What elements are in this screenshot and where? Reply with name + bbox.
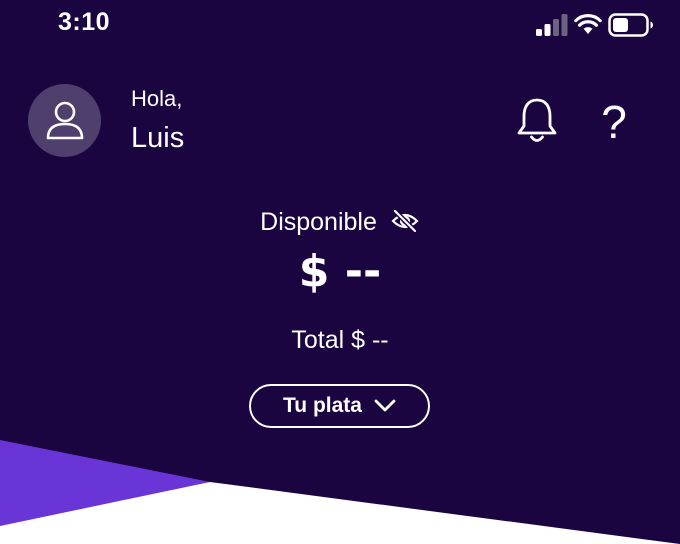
status-time: 3:10 <box>58 8 111 36</box>
content-panel-edge <box>0 440 680 544</box>
status-bar: 3:10 <box>0 0 680 50</box>
visibility-toggle[interactable] <box>390 208 420 234</box>
tu-plata-label: Tu plata <box>283 394 362 417</box>
signal-icon <box>536 14 568 36</box>
greeting: Hola, <box>131 86 183 111</box>
bell-icon <box>517 98 557 142</box>
available-label: Disponible <box>260 208 377 236</box>
available-balance: $ -- <box>298 246 382 297</box>
chevron-down-icon <box>374 399 396 412</box>
tu-plata-button[interactable]: Tu plata <box>249 384 430 428</box>
user-name: Luis <box>131 122 185 154</box>
avatar[interactable] <box>28 84 101 157</box>
help-icon: ? <box>601 96 627 148</box>
notifications-button[interactable] <box>514 96 560 146</box>
available-row: Disponible <box>0 208 680 237</box>
help-button[interactable]: ? <box>594 96 634 148</box>
total-balance: Total $ -- <box>291 326 389 354</box>
user-icon <box>46 101 84 140</box>
battery-icon <box>608 13 653 37</box>
eye-off-icon <box>391 209 419 233</box>
help-glyph: ? <box>601 96 627 146</box>
wifi-icon <box>574 14 602 34</box>
